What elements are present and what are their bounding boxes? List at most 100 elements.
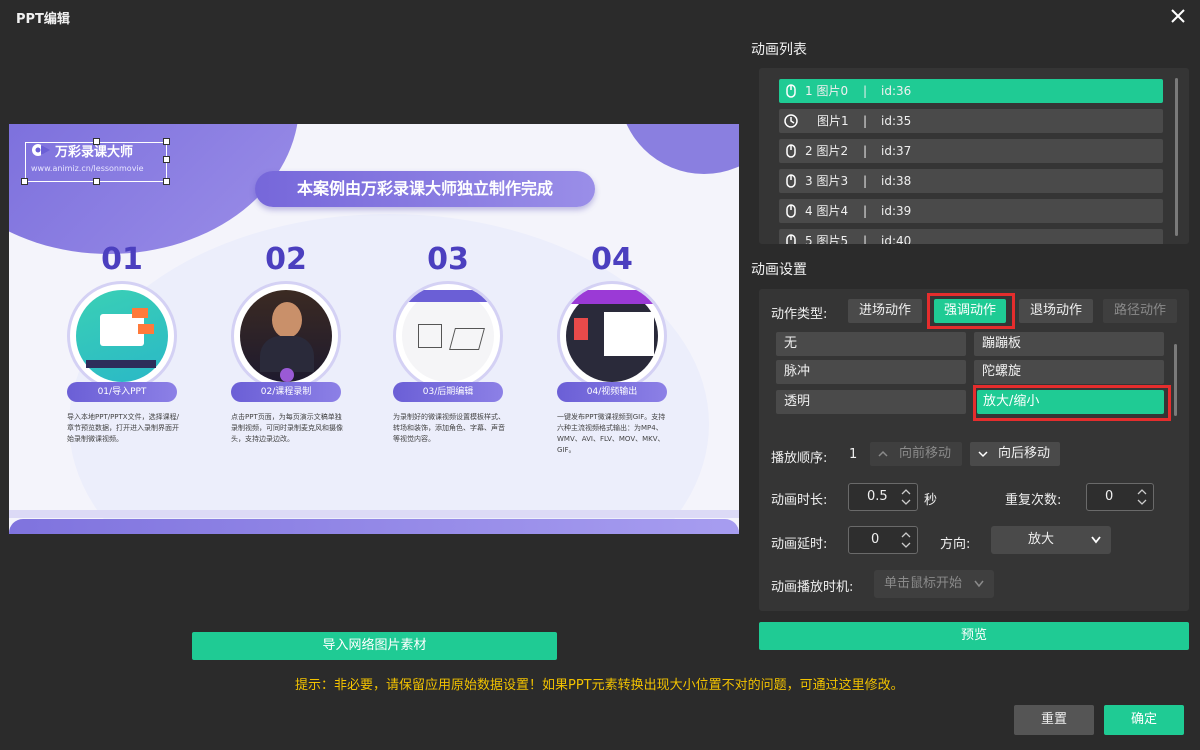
import-web-image-button[interactable]: 导入网络图片素材 [192, 632, 557, 660]
item-separator: | [863, 144, 868, 158]
step-description: 导入本地PPT/PPTX文件，选择课程/章节预览数据，打开进入录制界面开始录制微… [67, 413, 179, 443]
resize-handle[interactable] [93, 138, 100, 145]
slide-footer-bar [9, 519, 739, 534]
mouse-icon [786, 204, 796, 218]
item-label: 2 图片2 [805, 144, 849, 158]
item-id: id:36 [881, 84, 912, 98]
resize-handle[interactable] [163, 138, 170, 145]
tab-entrance[interactable]: 进场动作 [848, 299, 922, 323]
step-image [393, 281, 503, 391]
step-image [231, 281, 341, 391]
repeat-label: 重复次数: [1005, 493, 1062, 508]
item-separator: | [863, 84, 868, 98]
item-separator: | [863, 174, 868, 188]
item-separator: | [863, 114, 868, 128]
item-id: id:35 [881, 114, 912, 128]
item-label: 1 图片0 [805, 84, 849, 98]
duration-label: 动画时长: [771, 493, 828, 508]
tab-exit[interactable]: 退场动作 [1019, 299, 1093, 323]
trigger-label: 动画播放时机: [771, 580, 854, 595]
step-image [557, 281, 667, 391]
move-up-label: 向前移动 [898, 446, 951, 461]
animation-list-item[interactable]: 4 图片4 | id:39 [779, 199, 1163, 223]
order-label: 播放顺序: [771, 451, 828, 466]
mouse-icon [786, 84, 796, 98]
duration-stepper[interactable]: 0.5 [848, 483, 918, 511]
step-description: 一键发布PPT微课视频到GIF。支持六种主流视频格式输出：为MP4、WMV、AV… [557, 413, 666, 454]
animation-list-item[interactable]: 2 图片2 | id:37 [779, 139, 1163, 163]
order-value: 1 [849, 447, 858, 462]
slide-footer-band [9, 510, 739, 518]
delay-stepper[interactable]: 0 [848, 526, 918, 554]
window-title: PPT编辑 [16, 12, 70, 27]
highlight-box [927, 293, 1015, 329]
resize-handle[interactable] [163, 178, 170, 185]
item-label: 3 图片3 [805, 174, 849, 188]
duration-unit: 秒 [924, 493, 938, 508]
stepper-arrows-icon[interactable] [1137, 488, 1147, 506]
chevron-down-icon [1091, 536, 1101, 544]
slide-bg-shape [619, 124, 739, 174]
list-scrollbar[interactable] [1175, 78, 1178, 236]
animation-list-title: 动画列表 [751, 42, 807, 58]
animation-list-item[interactable]: 图片1 | id:35 [779, 109, 1163, 133]
item-id: id:39 [881, 204, 912, 218]
stepper-arrows-icon[interactable] [901, 531, 911, 549]
stepper-arrows-icon[interactable] [901, 488, 911, 506]
chevron-up-icon [878, 450, 888, 457]
resize-handle[interactable] [163, 156, 170, 163]
resize-handle[interactable] [21, 178, 28, 185]
close-icon[interactable] [1168, 6, 1188, 26]
mouse-icon [786, 234, 796, 244]
animation-list-item[interactable]: 1 图片0 | id:36 [779, 79, 1163, 103]
step-label: 01/导入PPT [67, 382, 177, 402]
effect-option[interactable]: 脉冲 [776, 360, 966, 384]
item-label: 4 图片4 [805, 204, 849, 218]
animation-settings-title: 动画设置 [751, 262, 807, 278]
effect-option[interactable]: 陀螺旋 [974, 360, 1164, 384]
step-label: 02/课程录制 [231, 382, 341, 402]
slide-preview[interactable]: 万彩录课大师 www.animiz.cn/lessonmovie 本案例由万彩录… [9, 124, 739, 534]
action-type-label: 动作类型: [771, 307, 828, 322]
effect-option[interactable]: 透明 [776, 390, 966, 414]
chevron-down-icon [978, 451, 988, 458]
effect-option[interactable]: 蹦蹦板 [974, 332, 1164, 356]
step-description: 点击PPT页面，为每页演示文稿单独录制视频，可同时录制麦克风和摄像头，支持边录边… [231, 413, 343, 443]
tip-text: 提示：非必要，请保留应用原始数据设置！如果PPT元素转换出现大小位置不对的问题，… [295, 678, 904, 693]
animation-list-item[interactable]: 5 图片5 | id:40 [779, 229, 1163, 244]
confirm-button[interactable]: 确定 [1104, 705, 1184, 735]
item-label: 图片1 [817, 114, 849, 128]
step-label: 03/后期编辑 [393, 382, 503, 402]
step-number: 01 [101, 242, 143, 277]
direction-label: 方向: [940, 537, 971, 552]
item-id: id:38 [881, 174, 912, 188]
preview-button[interactable]: 预览 [759, 622, 1189, 650]
step-image [67, 281, 177, 391]
step-number: 02 [265, 242, 307, 277]
tab-path[interactable]: 路径动作 [1103, 299, 1177, 323]
chevron-down-icon [974, 580, 984, 588]
effect-option[interactable]: 无 [776, 332, 966, 356]
move-up-button[interactable]: 向前移动 [870, 442, 962, 466]
trigger-select[interactable]: 单击鼠标开始 [874, 570, 994, 598]
move-down-label: 向后移动 [997, 446, 1050, 461]
duration-value: 0.5 [867, 489, 888, 504]
animation-list-item[interactable]: 3 图片3 | id:38 [779, 169, 1163, 193]
item-separator: | [863, 234, 868, 244]
resize-handle[interactable] [93, 178, 100, 185]
item-id: id:40 [881, 234, 912, 244]
direction-select[interactable]: 放大 [991, 526, 1111, 554]
repeat-value: 0 [1105, 489, 1114, 504]
delay-value: 0 [871, 532, 880, 547]
slide-banner: 本案例由万彩录课大师独立制作完成 [255, 171, 595, 207]
highlight-box [973, 385, 1171, 421]
move-down-button[interactable]: 向后移动 [970, 442, 1060, 466]
item-id: id:37 [881, 144, 912, 158]
reset-button[interactable]: 重置 [1014, 705, 1094, 735]
trigger-value: 单击鼠标开始 [883, 576, 962, 591]
selection-box[interactable] [25, 142, 167, 182]
effect-scrollbar[interactable] [1174, 344, 1177, 416]
mouse-icon [786, 174, 796, 188]
repeat-stepper[interactable]: 0 [1086, 483, 1154, 511]
step-card: 04 04/视频输出 一键发布PPT微课视频到GIF。支持六种主流视频格式输出：… [557, 242, 687, 454]
